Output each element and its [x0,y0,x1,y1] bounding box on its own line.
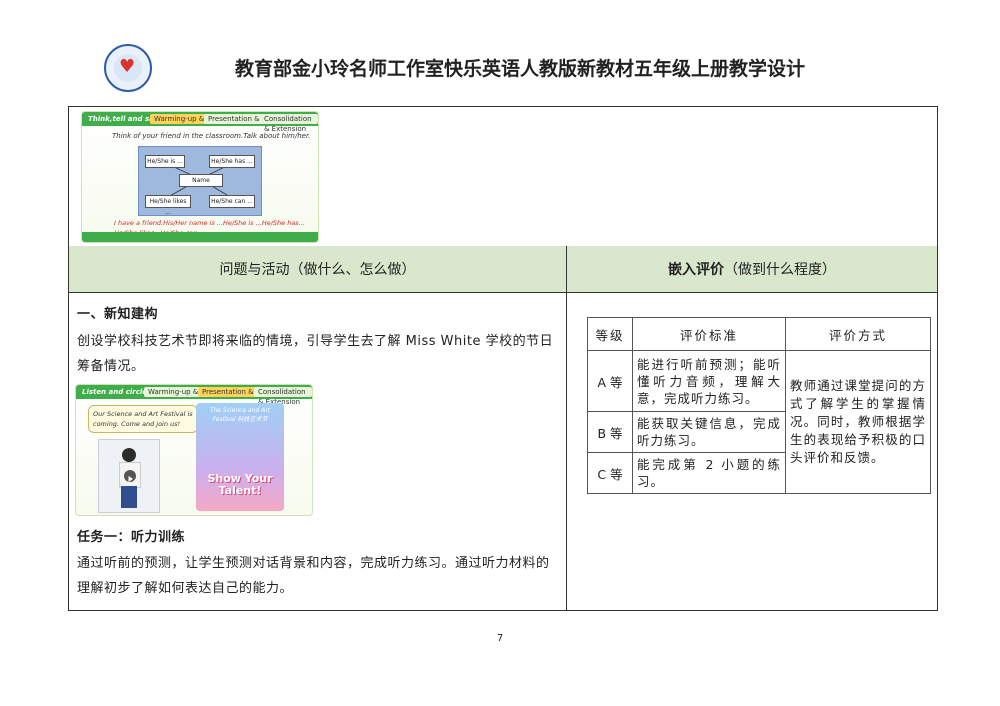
node-name: Name [179,174,223,187]
festival-poster: The Science and Art Festival 科技艺术节 Show … [196,403,284,511]
header-evaluation: 嵌入评价 （做到什么程度） [567,246,937,292]
col-method: 评价方式 [785,317,931,351]
node-he-she-has: He/She has ... [209,155,255,168]
think-tell-say-slide: Think,tell and say Warming-up & Revision… [81,111,319,243]
grade-b: B 等 [587,411,633,453]
criterion-b: 能获取关键信息，完成听力练习。 [632,411,786,453]
task-heading: 任务一：听力训练 [77,530,186,545]
student-legs [121,486,137,508]
criterion-c: 能完成第 2 小题的练习。 [632,452,786,494]
header-evaluation-bold: 嵌入评价 [668,262,724,278]
table-header-row: 问题与活动（做什么、怎么做） 嵌入评价 （做到什么程度） [69,246,937,293]
node-he-she-is: He/She is ... [145,155,185,168]
task-description: 通过听前的预测，让学生预测对话背景和内容，完成听力练习。通过听力材料的理解初步了… [77,556,550,596]
intro-paragraph: 创设学校科技艺术节即将来临的情境，引导学生去了解 Miss White 学校的节… [77,334,554,374]
header-activities: 问题与活动（做什么、怎么做） [69,246,567,292]
slide-nav-bar: Think,tell and say Warming-up & Revision… [82,112,318,133]
listen-circle-slide: Listen and circle Warming-up & Revision … [75,384,313,516]
poster-title: The Science and Art Festival 科技艺术节 [209,407,271,423]
grade-c: C 等 [587,452,633,494]
table-row: A 等 能进行听前预测；能听懂听力音频，理解大意，完成听力练习。 教师通过课堂提… [587,350,931,494]
page-header: ♥ 教育部金小玲名师工作室快乐英语人教版新教材五年级上册教学设计 [0,40,1000,96]
speech-bubble: Our Science and Art Festival is coming. … [88,405,198,433]
evaluation-method: 教师通过课堂提问的方式了解学生的掌握情况。同时，教师根据学生的表现给予积极的口头… [785,350,931,494]
page-number: 7 [496,633,504,644]
evaluation-cell: 等级 评价标准 评价方式 A 等 能进行听前预测；能听懂听力音频，理解大意，完成… [567,293,937,611]
slide-grass-strip [82,232,318,242]
node-he-she-likes: He/She likes ... [145,195,191,216]
col-grade: 等级 [587,317,633,351]
mind-map: He/She is ... He/She has ... Name He/She… [138,146,262,216]
col-criterion: 评价标准 [632,317,786,351]
poster-slogan: Show Your Talent! [207,472,273,497]
header-evaluation-rest: （做到什么程度） [724,262,836,278]
slide-tab-consolidation: Consolidation & Extension [260,114,318,133]
slide-prompt: Think of your friend in the classroom.Ta… [112,132,311,140]
section-heading: 一、新知建构 [77,307,159,322]
top-slide-row: Think,tell and say Warming-up & Revision… [69,107,937,247]
slide-activity-label: Listen and circle [82,388,147,396]
evaluation-header-row: 等级 评价标准 评价方式 [587,317,931,351]
slide-nav-bar: Listen and circle Warming-up & Revision … [76,385,312,406]
node-he-she-can: He/She can ... [209,195,255,208]
evaluation-table: 等级 评价标准 评价方式 A 等 能进行听前预测；能听懂听力音频，理解大意，完成… [587,317,931,494]
criterion-a: 能进行听前预测；能听懂听力音频，理解大意，完成听力练习。 [632,350,786,412]
grade-a: A 等 [587,350,633,412]
student-video[interactable] [98,439,160,513]
lesson-table: Think,tell and say Warming-up & Revision… [68,106,938,611]
activities-cell: 一、新知建构 创设学校科技艺术节即将来临的情境，引导学生去了解 Miss Whi… [69,293,567,611]
document-title: 教育部金小玲名师工作室快乐英语人教版新教材五年级上册教学设计 [234,58,805,80]
heart-icon: ♥ [119,56,136,77]
student-head [122,448,136,462]
studio-logo: ♥ [104,44,152,92]
play-icon[interactable] [124,470,136,482]
slide-tab-consolidation: Consolidation & Extension [254,387,312,406]
